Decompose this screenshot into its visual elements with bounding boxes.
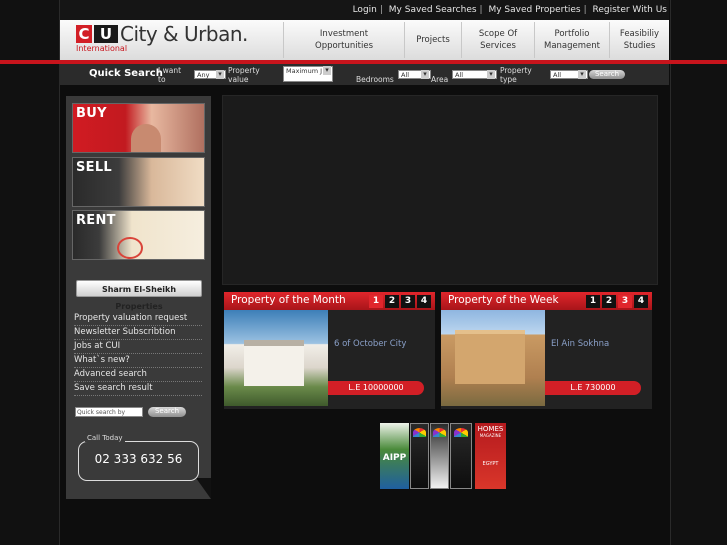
link-newsletter[interactable]: Newsletter Subscribtion — [74, 326, 202, 340]
sell-tile[interactable]: SELL — [72, 157, 205, 207]
week-house-shape — [455, 330, 525, 384]
quick-search-button[interactable]: Search — [589, 70, 625, 79]
main-nav: Investment Opportunities Projects Scope … — [283, 22, 669, 58]
month-page-1[interactable]: 1 — [369, 295, 383, 308]
month-page-3[interactable]: 3 — [401, 295, 415, 308]
peacock-icon — [454, 428, 468, 437]
buy-label: BUY — [76, 106, 107, 121]
week-price: L.E 730000 — [545, 381, 641, 395]
week-title: Property of the Week — [448, 294, 559, 306]
link-save-search[interactable]: Save search result — [74, 382, 202, 396]
month-location[interactable]: 6 of October City — [334, 339, 406, 349]
saved-searches-link[interactable]: My Saved Searches — [387, 5, 479, 15]
login-link[interactable]: Login — [351, 5, 379, 15]
week-page-4[interactable]: 4 — [634, 295, 648, 308]
property-value-label: Property value — [228, 66, 260, 84]
buy-tile[interactable]: BUY — [72, 103, 205, 153]
property-type-select[interactable]: All — [550, 70, 588, 79]
logo-international: International — [76, 44, 128, 53]
top-links-bar: Login | My Saved Searches | My Saved Prope… — [60, 0, 669, 20]
property-of-week: Property of the Week 1 2 3 4 El Ain Sokh… — [441, 292, 652, 409]
nav-investment[interactable]: Investment Opportunities — [283, 22, 404, 58]
logo-u[interactable]: U — [94, 25, 118, 43]
link-jobs[interactable]: Jobs at CUI — [74, 340, 202, 354]
quick-search-title: Quick Search — [89, 68, 163, 79]
register-link[interactable]: Register With Us — [591, 5, 670, 15]
week-page-2[interactable]: 2 — [602, 295, 616, 308]
link-whats-new[interactable]: What`s new? — [74, 354, 202, 368]
aipp-text: AIPP — [382, 453, 407, 463]
month-header: Property of the Month 1 2 3 4 — [224, 292, 435, 310]
peacock-icon — [413, 428, 426, 437]
week-property-image[interactable] — [441, 310, 545, 406]
rent-tile[interactable]: RENT — [72, 210, 205, 260]
nav-feasibility[interactable]: Feasibiliy Studies — [609, 22, 669, 58]
sharm-properties-button[interactable]: Sharm El-Sheikh Properties — [76, 280, 202, 311]
property-value-select[interactable]: Maximum J — [283, 66, 333, 82]
want-select[interactable]: Any — [194, 70, 226, 79]
featured-area — [222, 95, 658, 285]
serial-search-button[interactable]: Search — [148, 407, 186, 417]
area-select[interactable]: All — [452, 70, 497, 79]
month-page-4[interactable]: 4 — [417, 295, 431, 308]
cnbc-award-1[interactable] — [410, 423, 429, 489]
nav-projects[interactable]: Projects — [404, 22, 461, 58]
buy-person-image — [131, 124, 161, 152]
saved-properties-link[interactable]: My Saved Properties — [486, 5, 582, 15]
phone-number: 02 333 632 56 — [94, 452, 183, 466]
month-property-image[interactable] — [224, 310, 328, 406]
rent-decor-image — [117, 237, 143, 259]
month-page-2[interactable]: 2 — [385, 295, 399, 308]
peacock-icon — [433, 428, 446, 437]
week-pager: 1 2 3 4 — [586, 295, 648, 308]
link-advanced-search[interactable]: Advanced search — [74, 368, 202, 382]
month-title: Property of the Month — [231, 294, 346, 306]
logo-text[interactable]: City & Urban. — [120, 22, 248, 46]
homes-title: HOMES — [477, 425, 504, 433]
call-label: Call Today — [85, 434, 125, 442]
homes-subtitle: MAGAZINE — [479, 433, 502, 438]
area-label: Area — [431, 75, 449, 84]
rent-label: RENT — [76, 213, 116, 228]
cnbc-award-3[interactable] — [450, 423, 472, 489]
serial-search-input[interactable]: Quick search by serial — [75, 407, 143, 417]
week-location[interactable]: El Ain Sokhna — [551, 339, 609, 349]
link-valuation[interactable]: Property valuation request — [74, 312, 202, 326]
week-page-1[interactable]: 1 — [586, 295, 600, 308]
month-pager: 1 2 3 4 — [369, 295, 431, 308]
homes-egypt: EGYPT — [482, 461, 499, 467]
homes-magazine-badge[interactable]: HOMES MAGAZINE EGYPT — [475, 423, 506, 489]
sell-label: SELL — [76, 160, 113, 175]
cnbc-award-2[interactable] — [430, 423, 449, 489]
month-house-shape — [244, 340, 304, 386]
bedrooms-select[interactable]: All — [398, 70, 431, 79]
property-of-month: Property of the Month 1 2 3 4 6 of Octob… — [224, 292, 435, 409]
month-price: L.E 10000000 — [328, 381, 424, 395]
week-header: Property of the Week 1 2 3 4 — [441, 292, 652, 310]
nav-portfolio[interactable]: Portfolio Management — [534, 22, 609, 58]
property-type-label: Property type — [500, 66, 532, 84]
aipp-badge[interactable]: AIPP — [380, 423, 409, 489]
week-page-3[interactable]: 3 — [618, 295, 632, 308]
sidebar-corner — [196, 478, 211, 499]
want-label: I want to — [158, 66, 182, 84]
sidebar-links: Property valuation request Newsletter Su… — [74, 312, 202, 396]
logo-c[interactable]: C — [76, 25, 92, 43]
nav-scope[interactable]: Scope Of Services — [461, 22, 534, 58]
bedrooms-label: Bedrooms — [356, 75, 394, 84]
